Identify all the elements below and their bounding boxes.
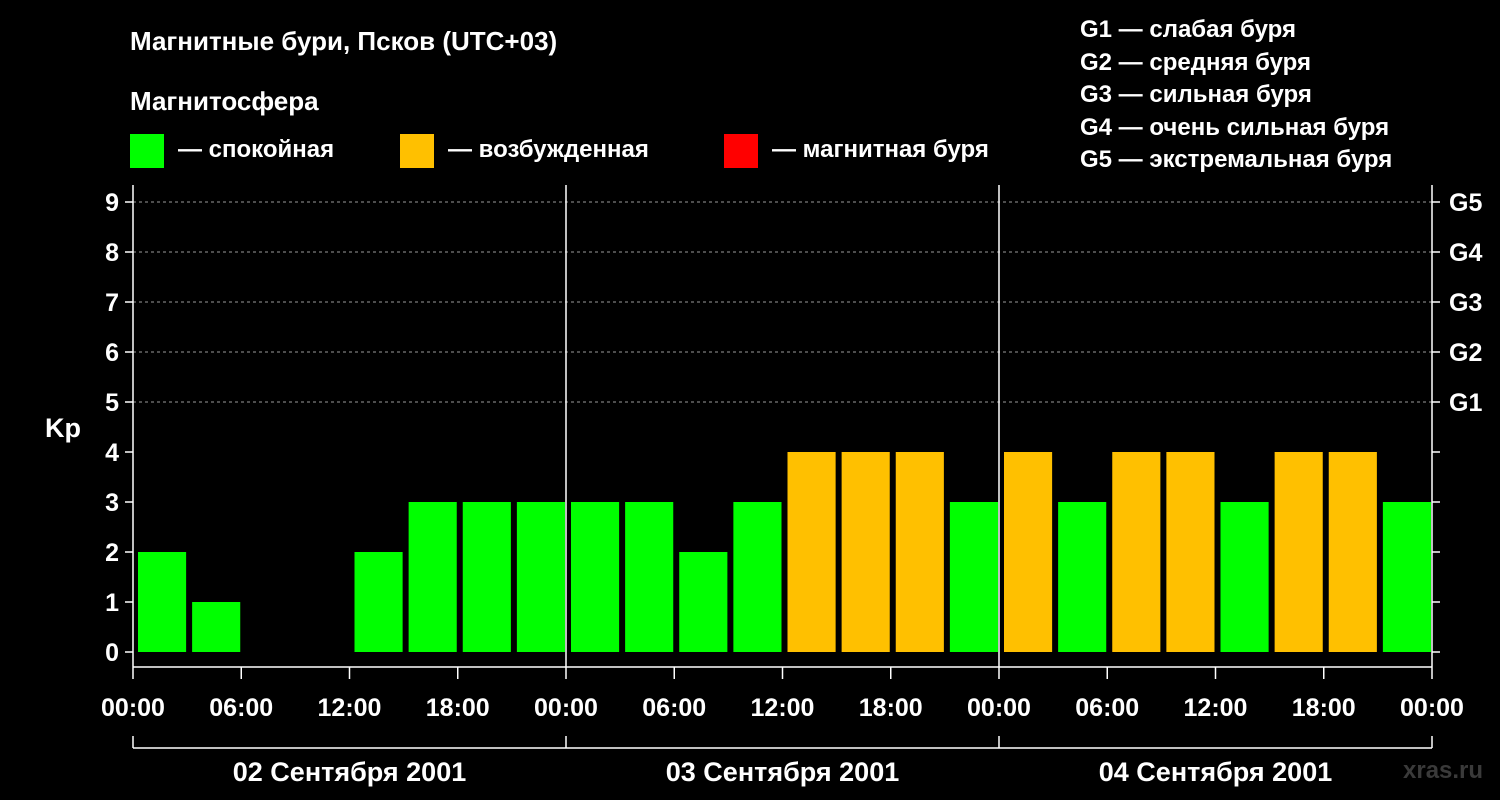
day-label: 02 Сентября 2001	[233, 757, 466, 787]
watermark: xras.ru	[1403, 757, 1484, 784]
x-tick-label: 12:00	[1184, 694, 1248, 722]
g-level-tick-label: G4	[1449, 239, 1482, 267]
kp-bar	[625, 502, 674, 652]
kp-bar	[949, 502, 998, 652]
x-tick-label: 18:00	[1292, 694, 1356, 722]
kp-bar-chart: 0 1 2 3 4 5 6 7 8 9 G1 G2 G3 G4 G5 Kp 00:00 06:00 12:00 18:…	[45, 185, 1482, 787]
kp-bar	[1112, 452, 1161, 652]
kp-bar	[841, 452, 890, 652]
y-tick-label: 5	[105, 389, 119, 417]
kp-bar	[895, 452, 944, 652]
x-tick-label: 00:00	[101, 694, 165, 722]
g-level-tick-label: G1	[1449, 389, 1482, 417]
x-tick-label: 18:00	[426, 694, 490, 722]
kp-bar	[1004, 452, 1053, 652]
x-tick-label: 06:00	[209, 694, 273, 722]
x-tick-label: 12:00	[751, 694, 815, 722]
g-level-tick-label: G3	[1449, 289, 1482, 317]
x-tick-label: 00:00	[1400, 694, 1464, 722]
g-level-tick-label: G5	[1449, 189, 1482, 217]
g-level-tick-label: G2	[1449, 339, 1482, 367]
kp-bar	[1166, 452, 1215, 652]
y-tick-label: 1	[105, 589, 119, 617]
x-tick-label: 00:00	[967, 694, 1031, 722]
kp-bar	[138, 552, 187, 652]
kp-bar	[408, 502, 457, 652]
y-tick-label: 6	[105, 339, 119, 367]
kp-bar	[462, 502, 511, 652]
y-tick-label: 2	[105, 539, 119, 567]
y-tick-label: 4	[105, 439, 119, 467]
y-axis-title: Kp	[45, 413, 81, 443]
kp-bar	[1058, 502, 1107, 652]
kp-bar	[733, 502, 782, 652]
x-tick-label: 18:00	[859, 694, 923, 722]
y-tick-label: 8	[105, 239, 119, 267]
kp-bar	[1382, 502, 1431, 652]
kp-bar	[192, 602, 241, 652]
kp-bar	[787, 452, 836, 652]
kp-bar	[1274, 452, 1323, 652]
x-tick-label: 12:00	[318, 694, 382, 722]
kp-bar	[1220, 502, 1269, 652]
y-tick-label: 7	[105, 289, 119, 317]
x-tick-label: 00:00	[534, 694, 598, 722]
day-label: 04 Сентября 2001	[1099, 757, 1332, 787]
y-tick-label: 3	[105, 489, 119, 517]
y-tick-label: 9	[105, 189, 119, 217]
day-label: 03 Сентября 2001	[666, 757, 899, 787]
kp-bar	[516, 502, 565, 652]
x-tick-label: 06:00	[642, 694, 706, 722]
kp-bar	[571, 502, 620, 652]
kp-bar	[679, 552, 728, 652]
kp-bar	[1328, 452, 1377, 652]
y-tick-label: 0	[105, 639, 119, 667]
kp-bar	[354, 552, 403, 652]
x-tick-label: 06:00	[1075, 694, 1139, 722]
